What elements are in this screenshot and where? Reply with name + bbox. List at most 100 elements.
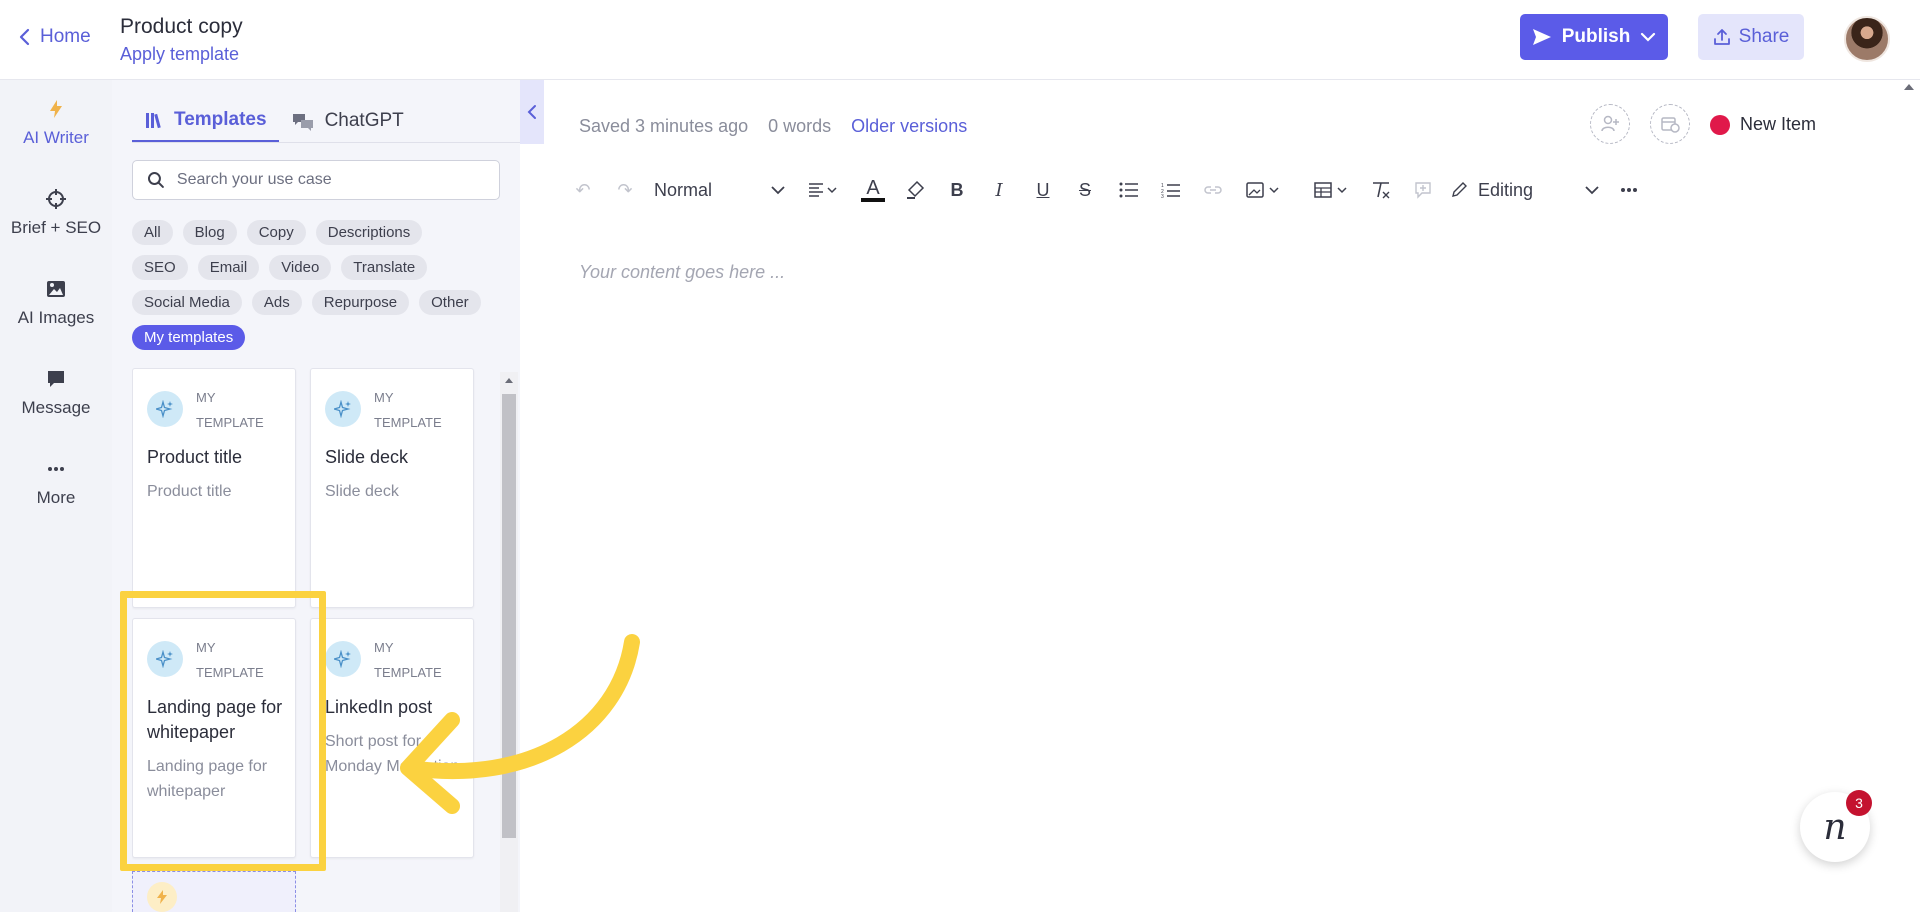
pencil-icon — [1452, 182, 1467, 197]
card-title: Product title — [147, 447, 243, 467]
scroll-up-icon[interactable] — [505, 378, 513, 383]
rail-item-brief-seo[interactable]: Brief + SEO — [0, 188, 112, 238]
chip-social-media[interactable]: Social Media — [132, 290, 242, 315]
editor-placeholder[interactable]: Your content goes here ... — [579, 262, 785, 283]
chip-ads[interactable]: Ads — [251, 290, 302, 315]
chevron-down-icon[interactable] — [1640, 32, 1656, 42]
chip-repurpose[interactable]: Repurpose — [311, 290, 410, 315]
chip-copy[interactable]: Copy — [246, 220, 306, 245]
collapse-panel-button[interactable] — [520, 80, 544, 144]
chat-bubbles-icon — [292, 114, 313, 131]
publish-button[interactable]: Publish — [1520, 14, 1668, 60]
italic-icon[interactable]: I — [984, 172, 1014, 208]
text-style-value: Normal — [654, 179, 713, 200]
rail-item-message[interactable]: Message — [0, 368, 112, 418]
document-status: Saved 3 minutes ago 0 words Older versio… — [579, 116, 967, 137]
align-dropdown[interactable] — [800, 172, 846, 208]
numbered-list-icon[interactable]: 123 — [1156, 172, 1186, 208]
rail-item-ai-images[interactable]: AI Images — [0, 278, 112, 328]
image-dropdown[interactable] — [1240, 172, 1286, 208]
apply-template-link[interactable]: Apply template — [120, 44, 239, 65]
older-versions-link[interactable]: Older versions — [851, 116, 967, 137]
chevron-left-icon — [19, 28, 30, 46]
card-description: Product title — [147, 483, 232, 500]
editor-area: Saved 3 minutes ago 0 words Older versio… — [544, 80, 1904, 912]
chip-blog[interactable]: Blog — [182, 220, 237, 245]
chip-my-templates[interactable]: My templates — [132, 325, 246, 350]
lightning-icon — [50, 100, 62, 118]
top-bar: Home Product copy Apply template Publish… — [0, 0, 1920, 80]
document-title[interactable]: Product copy — [120, 15, 243, 39]
clear-format-icon[interactable] — [1366, 172, 1396, 208]
text-color-icon[interactable]: A — [858, 172, 888, 208]
align-left-icon — [809, 183, 837, 197]
strikethrough-icon[interactable]: S — [1070, 172, 1100, 208]
user-avatar[interactable] — [1844, 16, 1890, 62]
word-count: 0 words — [768, 116, 832, 136]
add-collaborator-button[interactable] — [1590, 104, 1630, 144]
send-icon — [1532, 29, 1551, 45]
more-icon — [48, 467, 64, 471]
chevron-down-icon — [771, 186, 785, 195]
category-filters: All Blog Copy Descriptions SEO Email Vid… — [132, 220, 512, 360]
share-label: Share — [1738, 26, 1790, 47]
tabs-divider — [132, 142, 520, 143]
chip-other[interactable]: Other — [419, 290, 481, 315]
home-label: Home — [40, 26, 91, 47]
left-rail: AI Writer Brief + SEO AI Images Message … — [0, 80, 112, 912]
rail-item-more[interactable]: More — [0, 458, 112, 508]
sparkle-icon — [325, 391, 361, 427]
tab-templates[interactable]: Templates — [132, 100, 279, 142]
underline-icon[interactable]: U — [1028, 172, 1058, 208]
table-dropdown[interactable] — [1308, 172, 1354, 208]
upload-icon — [1713, 29, 1730, 45]
link-icon[interactable] — [1198, 172, 1228, 208]
table-icon — [1314, 182, 1347, 198]
rail-item-label: Message — [21, 398, 91, 417]
rail-item-label: AI Writer — [23, 128, 89, 147]
chip-email[interactable]: Email — [197, 255, 260, 280]
more-options-icon[interactable] — [1614, 172, 1644, 208]
chevron-down-icon — [1585, 186, 1599, 195]
tab-chatgpt[interactable]: ChatGPT — [279, 100, 416, 142]
bullet-list-icon[interactable] — [1114, 172, 1144, 208]
message-icon — [48, 371, 64, 387]
annotation-arrow — [400, 634, 640, 814]
insert-image-icon — [1246, 182, 1279, 198]
template-search[interactable] — [132, 160, 500, 200]
text-style-select[interactable]: Normal — [646, 172, 786, 208]
editing-mode-select[interactable]: Editing — [1450, 172, 1600, 208]
chip-seo[interactable]: SEO — [132, 255, 188, 280]
status-dot — [1710, 114, 1730, 135]
add-user-icon — [1601, 115, 1619, 132]
tab-label: ChatGPT — [324, 110, 404, 131]
rail-item-label: Brief + SEO — [10, 218, 102, 237]
target-icon — [46, 189, 66, 209]
workflow-status[interactable]: New Item — [1710, 114, 1816, 135]
redo-icon[interactable]: ↷ — [610, 172, 640, 208]
add-comment-icon[interactable] — [1408, 172, 1438, 208]
library-icon — [146, 113, 161, 129]
editing-mode-value: Editing — [1478, 179, 1534, 200]
schedule-button[interactable] — [1650, 104, 1690, 144]
page-scroll-up-icon[interactable] — [1904, 84, 1914, 90]
template-card-partial[interactable] — [132, 871, 296, 912]
template-card-product-title[interactable]: MY TEMPLATE Product title Product title — [132, 368, 296, 608]
highlight-icon[interactable] — [900, 172, 930, 208]
chip-all[interactable]: All — [132, 220, 173, 245]
chip-video[interactable]: Video — [269, 255, 332, 280]
saved-status: Saved 3 minutes ago — [579, 116, 749, 136]
search-input[interactable] — [176, 171, 485, 189]
card-kind: MY TEMPLATE — [196, 390, 264, 430]
template-card-slide-deck[interactable]: MY TEMPLATE Slide deck Slide deck — [310, 368, 474, 608]
bold-icon[interactable]: B — [942, 172, 972, 208]
publish-label: Publish — [1561, 26, 1631, 47]
lightning-icon — [147, 882, 177, 912]
undo-icon[interactable]: ↶ — [568, 172, 598, 208]
rail-item-ai-writer[interactable]: AI Writer — [0, 98, 112, 148]
home-link[interactable]: Home — [18, 26, 91, 48]
card-title: Slide deck — [325, 447, 409, 467]
chip-translate[interactable]: Translate — [341, 255, 428, 280]
chip-descriptions[interactable]: Descriptions — [315, 220, 423, 245]
share-button[interactable]: Share — [1698, 14, 1804, 60]
